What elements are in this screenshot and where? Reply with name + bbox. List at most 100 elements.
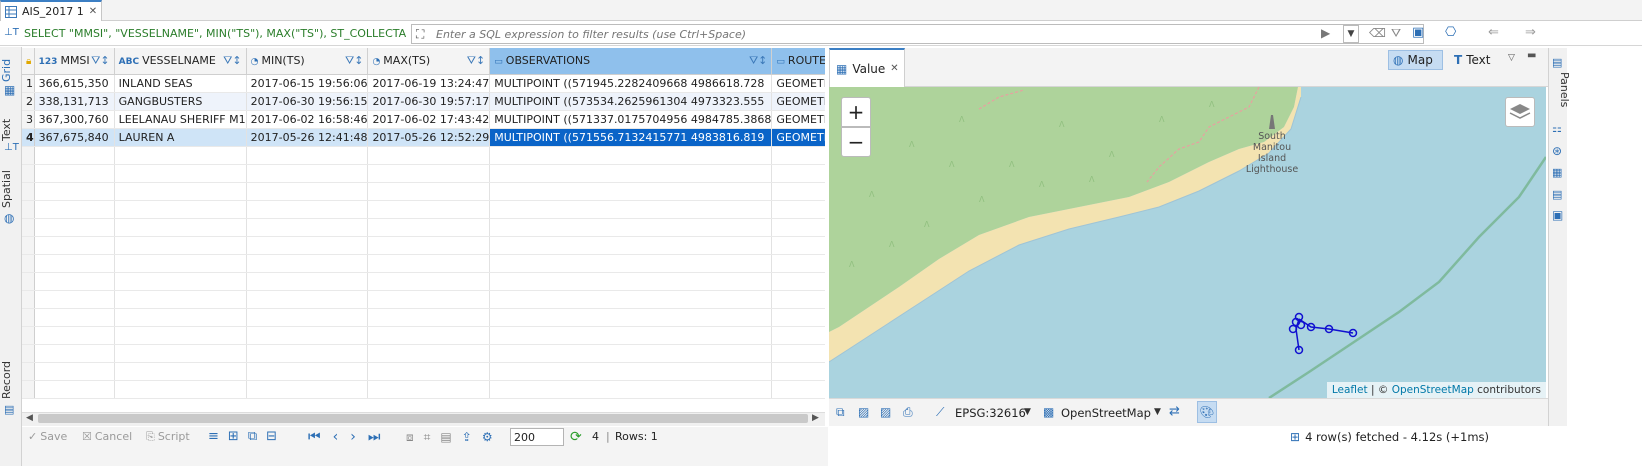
palette-icon[interactable]: 🎨︎ xyxy=(1197,401,1217,423)
row-number-header[interactable]: 🔒︎ xyxy=(22,48,35,75)
flip-coords-icon[interactable]: ⇄ xyxy=(1169,404,1180,419)
metadata-icon[interactable]: ▤ xyxy=(1552,188,1562,201)
zoom-extent-icon[interactable]: ⧉ xyxy=(836,405,845,420)
minimize-icon[interactable]: ▬ xyxy=(1527,50,1536,61)
column-header-min-ts[interactable]: ◔ MIN(TS) ⛛↕ xyxy=(246,48,369,75)
cell-max-ts[interactable]: 2017-06-30 19:57:17 xyxy=(367,92,491,111)
cell-mmsi[interactable]: 338,131,713 xyxy=(34,92,115,111)
close-icon[interactable]: ✕ xyxy=(89,6,97,17)
add-row-icon[interactable]: ⊞ xyxy=(228,427,239,447)
cell-min-ts[interactable]: 2017-06-30 19:56:15 xyxy=(246,92,369,111)
row-number[interactable]: 2 xyxy=(22,92,35,111)
column-header-observations[interactable]: ▭ OBSERVATIONS ⛛↕ xyxy=(489,48,773,75)
cell-min-ts[interactable]: 2017-06-02 16:58:46 xyxy=(246,110,369,129)
osm-link[interactable]: OpenStreetMap xyxy=(1392,384,1474,396)
save-filter-icon[interactable]: ▣ xyxy=(1412,25,1424,40)
cell-observations[interactable]: MULTIPOINT ((573534.2625961304 4973323.5… xyxy=(489,92,773,111)
cell-observations[interactable]: MULTIPOINT ((571337.0175704956 4984785.3… xyxy=(489,110,773,129)
table-row[interactable]: 3 367,300,760 LEELANAU SHERIFF M1 2017-0… xyxy=(22,110,825,129)
filter-settings-icon[interactable]: ⛛ xyxy=(1391,26,1401,41)
basemap-selector[interactable]: OpenStreetMap xyxy=(1061,406,1151,420)
run-filter-icon[interactable]: ▶ xyxy=(1321,26,1330,40)
column-header-route[interactable]: ▭ ROUTE xyxy=(771,48,825,75)
close-icon[interactable]: ✕ xyxy=(890,63,898,74)
filter-sort-icon[interactable]: ⛛↕ xyxy=(467,54,485,68)
scroll-left-icon[interactable]: ◀ xyxy=(26,413,33,423)
edit-row-icon[interactable]: ≡ xyxy=(208,427,219,447)
text-view-button[interactable]: T Text xyxy=(1452,50,1502,70)
prev-page-icon[interactable]: ‹ xyxy=(333,427,339,447)
side-tab-text[interactable]: Text xyxy=(0,115,22,145)
column-header-vesselname[interactable]: ABC VESSELNAME ⛛↕ xyxy=(114,48,247,75)
cancel-button[interactable]: ☒ Cancel xyxy=(82,427,132,447)
fetch-size-input[interactable] xyxy=(510,428,564,446)
last-page-icon[interactable]: ⏭ xyxy=(368,427,381,447)
settings-icon[interactable]: ⚙ xyxy=(482,427,493,447)
cell-max-ts[interactable]: 2017-06-19 13:24:47 xyxy=(367,74,491,93)
tab-ais-2017[interactable]: AIS_2017 1 ✕ xyxy=(0,0,102,21)
print-icon[interactable]: ⎙ xyxy=(903,405,913,420)
crs-selector[interactable]: EPSG:32616 xyxy=(955,406,1026,420)
leaflet-link[interactable]: Leaflet xyxy=(1332,384,1368,396)
side-tab-grid[interactable]: Grid xyxy=(0,55,22,85)
view-menu-icon[interactable]: ▽ xyxy=(1508,53,1515,63)
sql-query-text[interactable]: SELECT "MMSI", "VESSELNAME", MIN("TS"), … xyxy=(24,22,406,46)
column-header-max-ts[interactable]: ◔ MAX(TS) ⛛↕ xyxy=(367,48,491,75)
filter-sort-icon[interactable]: ⛛↕ xyxy=(91,54,109,68)
eraser-icon[interactable]: ⌫ xyxy=(1369,26,1386,40)
cell-observations[interactable]: MULTIPOINT ((571556.7132415771 4983816.8… xyxy=(489,128,773,147)
back-icon[interactable]: ⇐ xyxy=(1488,25,1499,40)
grid-panel-icon[interactable]: ▦ xyxy=(1552,166,1562,179)
chevron-down-icon[interactable]: ▼ xyxy=(1024,407,1031,417)
cell-route[interactable]: GEOMETRYCOLLEC xyxy=(771,128,825,147)
filter-sort-icon[interactable]: ⛛↕ xyxy=(749,54,767,68)
image-icon[interactable]: ▨ xyxy=(858,405,869,419)
aggregate-icon[interactable]: ⊛ xyxy=(1552,144,1562,158)
row-number[interactable]: 3 xyxy=(22,110,35,129)
copy-row-icon[interactable]: ⧉ xyxy=(248,427,257,447)
expand-icon[interactable]: ⛶ xyxy=(416,27,424,42)
forward-icon[interactable]: ⇒ xyxy=(1525,25,1536,40)
chevron-down-icon[interactable]: ▼ xyxy=(1154,407,1161,417)
cell-vesselname[interactable]: INLAND SEAS xyxy=(114,74,247,93)
scroll-right-icon[interactable]: ▶ xyxy=(812,413,819,423)
panel-icon[interactable]: ▤ xyxy=(440,427,451,447)
next-page-icon[interactable]: › xyxy=(350,427,356,447)
panels-label[interactable]: Panels xyxy=(1549,70,1571,110)
panels-icon[interactable]: ▤ xyxy=(1552,56,1562,69)
filter-sort-icon[interactable]: ⛛↕ xyxy=(345,54,363,68)
row-number[interactable]: 4 xyxy=(22,128,35,147)
cell-vesselname[interactable]: GANGBUSTERS xyxy=(114,92,247,111)
cell-min-ts[interactable]: 2017-06-15 19:56:06 xyxy=(246,74,369,93)
cell-mmsi[interactable]: 367,675,840 xyxy=(34,128,115,147)
filter-sort-icon[interactable]: ⛛↕ xyxy=(223,54,241,68)
filter-history-icon[interactable]: ▼ xyxy=(1343,25,1359,43)
table-row[interactable]: 2 338,131,713 GANGBUSTERS 2017-06-30 19:… xyxy=(22,92,825,111)
cell-route[interactable]: GEOMETRYCOLLEC xyxy=(771,74,825,93)
cell-route[interactable]: GEOMETRYCOLLEC xyxy=(771,92,825,111)
filter-input[interactable] xyxy=(436,25,1336,43)
cell-max-ts[interactable]: 2017-06-02 17:43:42 xyxy=(367,110,491,129)
map-view-button[interactable]: ◍ Map xyxy=(1388,50,1443,70)
side-tab-spatial[interactable]: Spatial xyxy=(0,169,22,209)
zoom-in-button[interactable]: + xyxy=(841,97,871,127)
cell-route[interactable]: GEOMETRYCOLLEC xyxy=(771,110,825,129)
zoom-out-button[interactable]: − xyxy=(841,127,871,157)
export-icon[interactable]: ⇪ xyxy=(462,427,472,447)
sliders-icon[interactable]: ⚏ xyxy=(1552,122,1562,135)
cell-min-ts[interactable]: 2017-05-26 12:41:48 xyxy=(246,128,369,147)
cell-observations[interactable]: MULTIPOINT ((571945.2282409668 4986618.7… xyxy=(489,74,773,93)
value-view-icon[interactable]: ▣ xyxy=(1552,208,1563,222)
cell-mmsi[interactable]: 367,300,760 xyxy=(34,110,115,129)
scrollbar-thumb[interactable] xyxy=(38,414,808,423)
delete-row-icon[interactable]: ⊟ xyxy=(266,427,277,447)
cell-mmsi[interactable]: 366,615,350 xyxy=(34,74,115,93)
navigate-icon[interactable]: ⎔ xyxy=(1445,25,1456,40)
first-page-icon[interactable]: ⏮ xyxy=(308,427,321,447)
table-row[interactable]: 1 366,615,350 INLAND SEAS 2017-06-15 19:… xyxy=(22,74,825,93)
frame-icon[interactable]: ⌗ xyxy=(424,427,431,447)
cell-vesselname[interactable]: LAUREN A xyxy=(114,128,247,147)
image-save-icon[interactable]: ▨ xyxy=(880,405,891,419)
save-button[interactable]: ✓ Save xyxy=(28,427,67,447)
tab-value[interactable]: ▦ Value ✕ xyxy=(829,48,905,87)
